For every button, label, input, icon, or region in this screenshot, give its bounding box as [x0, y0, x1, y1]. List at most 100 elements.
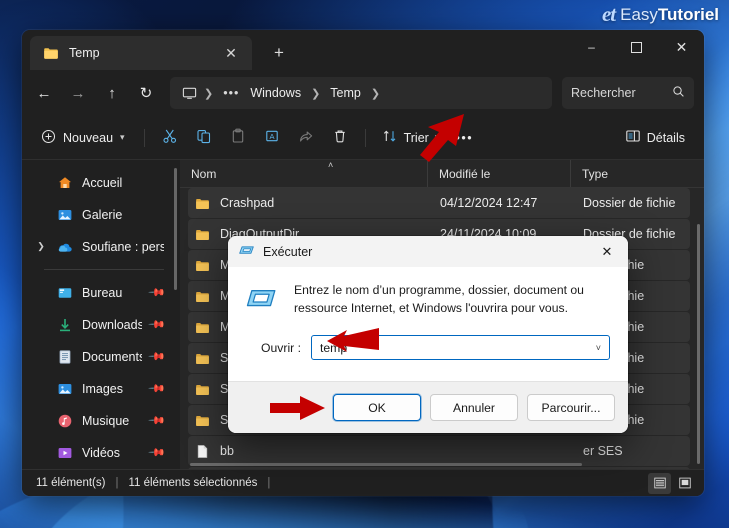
sidebar-item-accueil[interactable]: Accueil	[30, 167, 172, 198]
column-header-date[interactable]: Modifié le	[427, 160, 570, 187]
details-view-button[interactable]	[648, 472, 671, 494]
vertical-scrollbar[interactable]	[697, 224, 700, 464]
svg-text:A: A	[269, 132, 274, 141]
up-button[interactable]: ↑	[96, 77, 128, 109]
more-options-button[interactable]: •••	[448, 123, 480, 153]
run-big-icon	[246, 281, 280, 319]
toolbar-divider	[364, 128, 366, 147]
sidebar-item-label: Documents	[82, 349, 143, 364]
sidebar-item-label: Bureau	[82, 285, 123, 300]
new-button[interactable]: Nouveau ▾	[34, 123, 135, 153]
tab-title: Temp	[69, 46, 100, 60]
breadcrumb-separator: ❯	[370, 87, 381, 100]
new-button-label: Nouveau	[63, 130, 114, 145]
minimize-button[interactable]: –	[569, 30, 614, 64]
folder-icon	[194, 412, 211, 429]
run-dialog: Exécuter ✕ Entrez le nom d’un programme,…	[228, 236, 628, 433]
maximize-button[interactable]	[614, 30, 659, 64]
sidebar-scrollbar[interactable]	[174, 168, 177, 290]
rename-button[interactable]: A	[256, 123, 288, 153]
breadcrumb-item-temp[interactable]: Temp	[326, 84, 365, 102]
sidebar-item-label: Soufiane : perso	[82, 239, 164, 254]
run-browse-button[interactable]: Parcourir...	[527, 394, 615, 421]
search-input[interactable]: Rechercher	[562, 77, 694, 109]
tab-temp[interactable]: Temp ✕	[30, 36, 252, 70]
run-icon	[238, 242, 255, 262]
rename-icon: A	[264, 128, 280, 147]
selection-count: 11 éléments sélectionnés	[128, 477, 258, 489]
run-open-row: Ouvrir : temp ˅	[246, 335, 610, 360]
sidebar-item-musique[interactable]: Musique 📌	[30, 405, 172, 436]
folder-icon	[194, 350, 211, 367]
close-icon[interactable]: ✕	[586, 236, 628, 267]
run-open-value: temp	[320, 340, 348, 355]
pin-icon[interactable]: 📌	[148, 315, 167, 334]
run-dialog-titlebar: Exécuter ✕	[228, 236, 628, 267]
address-bar-row: ← → ↑ ↻ ❯ ••• Windows ❯ Temp ❯ Recherche…	[22, 70, 704, 116]
file-date: 04/12/2024 12:47	[440, 196, 538, 210]
view-toggle-group	[648, 472, 696, 494]
pin-icon[interactable]: 📌	[148, 347, 167, 366]
table-row[interactable]: MpSigStub.log 20/01/2025 15:14 Document …	[188, 467, 690, 469]
details-pane-icon	[625, 128, 641, 147]
cut-button[interactable]	[154, 123, 186, 153]
run-ok-button[interactable]: OK	[333, 394, 421, 421]
folder-icon	[194, 226, 211, 243]
close-button[interactable]: ✕	[659, 30, 704, 64]
folder-icon	[194, 288, 211, 305]
videos-icon	[56, 444, 74, 462]
sidebar-item-videos[interactable]: Vidéos 📌	[30, 437, 172, 468]
close-icon[interactable]: ✕	[218, 41, 244, 65]
folder-icon	[42, 44, 60, 62]
run-dialog-footer: OK Annuler Parcourir...	[228, 381, 628, 433]
delete-button[interactable]	[324, 123, 356, 153]
sidebar-item-downloads[interactable]: Downloads 📌	[30, 309, 172, 340]
breadcrumb[interactable]: ❯ ••• Windows ❯ Temp ❯	[170, 77, 552, 109]
run-dialog-title: Exécuter	[263, 244, 313, 259]
this-pc-icon[interactable]	[180, 84, 198, 102]
run-open-label: Ouvrir :	[261, 340, 301, 355]
refresh-button[interactable]: ↻	[130, 77, 162, 109]
pictures-icon	[56, 380, 74, 398]
run-dialog-body: Entrez le nom d’un programme, dossier, d…	[228, 267, 628, 381]
large-icons-view-button[interactable]	[673, 473, 696, 494]
sidebar-item-images[interactable]: Images 📌	[30, 373, 172, 404]
status-separator: |	[115, 477, 119, 489]
details-pane-button[interactable]: Détails	[618, 123, 692, 153]
pin-icon[interactable]: 📌	[148, 411, 167, 430]
file-name: Crashpad	[220, 196, 275, 210]
sidebar-item-documents[interactable]: Documents 📌	[30, 341, 172, 372]
back-button[interactable]: ←	[28, 77, 60, 109]
status-bar: 11 élément(s) | 11 éléments sélectionnés…	[22, 469, 704, 496]
pin-icon[interactable]: 📌	[148, 283, 167, 302]
chevron-right-icon[interactable]: ❯	[34, 241, 48, 252]
run-dialog-description: Entrez le nom d’un programme, dossier, d…	[294, 283, 584, 315]
column-header-type[interactable]: Type	[570, 160, 704, 187]
sidebar-item-bureau[interactable]: Bureau 📌	[30, 277, 172, 308]
sort-icon	[382, 128, 398, 147]
forward-button[interactable]: →	[62, 77, 94, 109]
table-row[interactable]: Crashpad 04/12/2024 12:47 Dossier de fic…	[188, 188, 690, 218]
new-tab-button[interactable]: +	[266, 41, 292, 65]
horizontal-scrollbar[interactable]	[190, 463, 582, 466]
pin-icon[interactable]: 📌	[148, 443, 167, 462]
pin-icon[interactable]: 📌	[148, 379, 167, 398]
table-row[interactable]: bb er SES	[188, 436, 690, 466]
share-button[interactable]	[290, 123, 322, 153]
sort-button[interactable]: Trier ▾	[375, 123, 447, 153]
column-header-name[interactable]: Nom	[180, 160, 427, 187]
run-open-input[interactable]: temp ˅	[311, 335, 610, 360]
folder-icon	[194, 257, 211, 274]
paste-button[interactable]	[222, 123, 254, 153]
run-cancel-button[interactable]: Annuler	[430, 394, 518, 421]
copy-button[interactable]	[188, 123, 220, 153]
breadcrumb-overflow[interactable]: •••	[219, 86, 243, 100]
sidebar-item-galerie[interactable]: Galerie	[30, 199, 172, 230]
column-headers: Nom Modifié le Type ˄	[180, 160, 704, 188]
search-icon	[672, 85, 685, 101]
chevron-down-icon[interactable]: ˅	[596, 343, 603, 353]
sidebar-item-soufiane-perso[interactable]: ❯ Soufiane : perso	[30, 231, 172, 262]
breadcrumb-item-windows[interactable]: Windows	[246, 84, 305, 102]
sidebar-divider	[44, 269, 164, 270]
sidebar-item-label: Musique	[82, 413, 130, 428]
